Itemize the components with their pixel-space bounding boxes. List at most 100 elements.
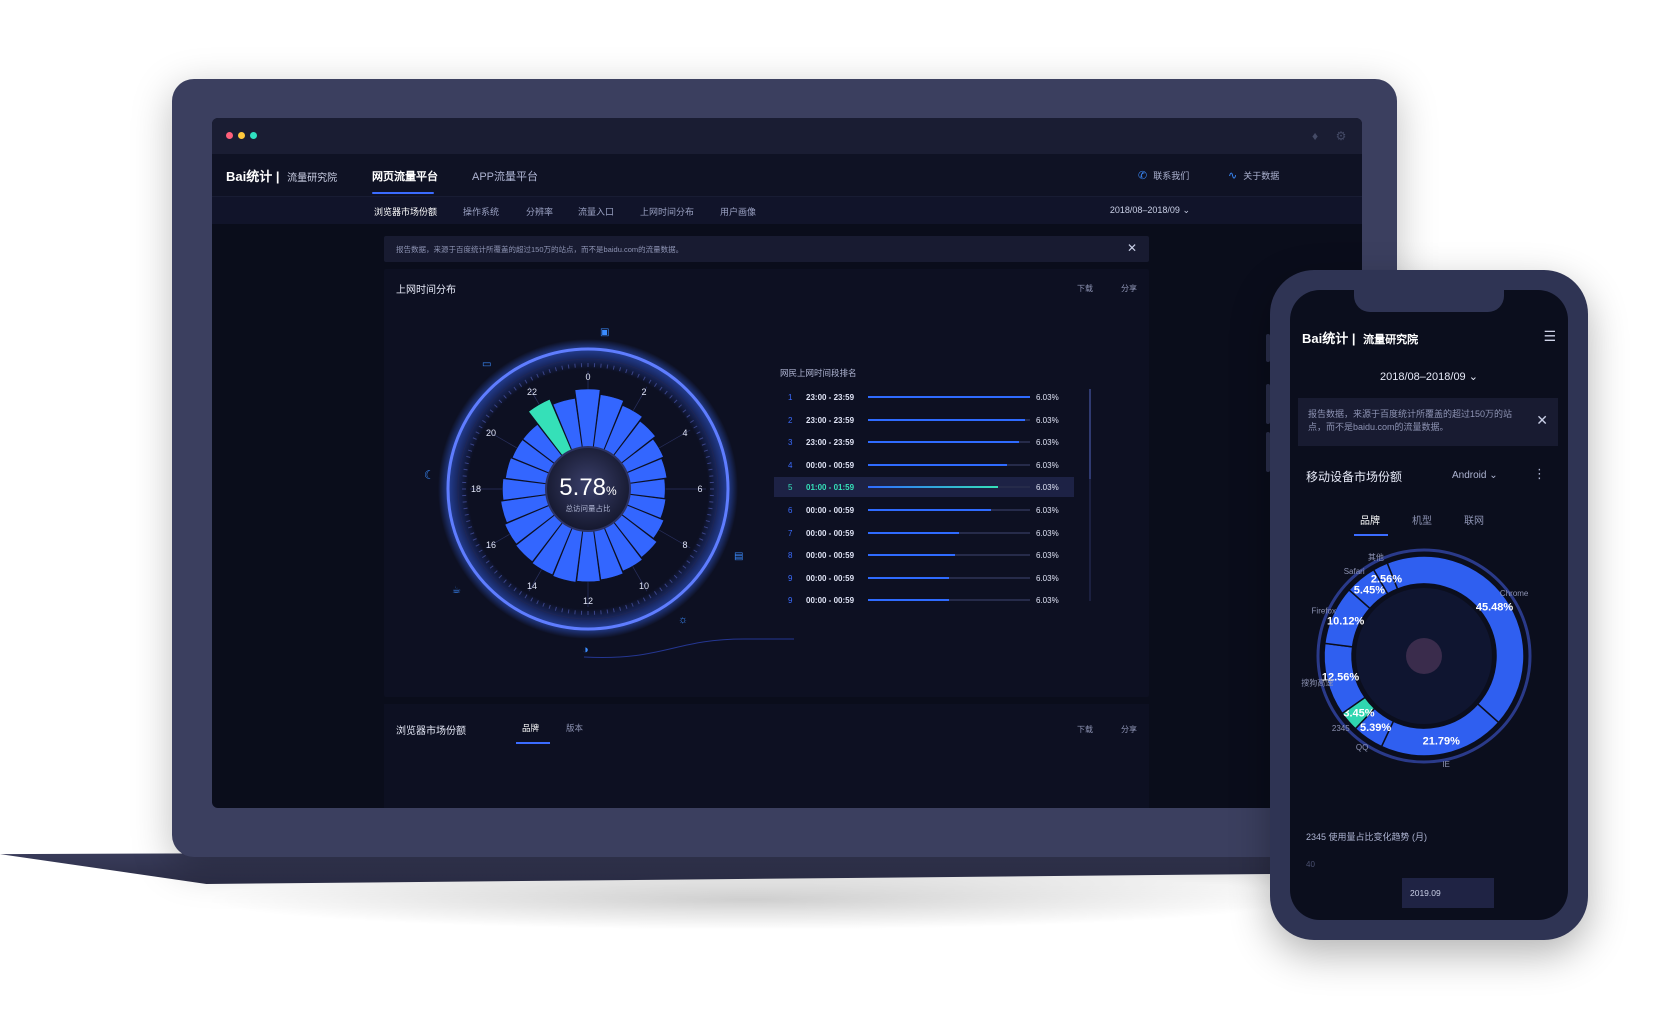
coffee-icon: ☕ [452, 585, 461, 596]
about-data-link[interactable]: ∿ 关于数据 [1228, 169, 1279, 182]
tab-web-traffic[interactable]: 网页流量平台 [372, 168, 438, 184]
slice-label: 2345 [1332, 724, 1350, 733]
hamburger-menu-icon[interactable]: ☰ [1543, 328, 1556, 345]
ranking-row[interactable]: 4 00:00 - 00:59 6.03% [774, 455, 1074, 475]
rank-time: 00:00 - 00:59 [806, 573, 855, 583]
subtab-browser-share[interactable]: 浏览器市场份额 [374, 205, 437, 218]
rank-bar [868, 486, 998, 489]
tab-app-traffic[interactable]: APP流量平台 [472, 168, 538, 184]
date-range-select[interactable]: 2018/08–2018/09 ⌄ [1110, 205, 1190, 216]
rank-bar [868, 463, 1008, 466]
ranking-row[interactable]: 3 23:00 - 23:59 6.03% [774, 432, 1074, 452]
chevron-down-icon: ⌄ [1489, 470, 1498, 481]
rank-time: 00:00 - 00:59 [806, 528, 855, 538]
logo[interactable]: Bai统计 | 流量研究院 [226, 166, 337, 185]
slice-label: 搜狗高速 [1301, 677, 1333, 687]
tab-model[interactable]: 机型 [1412, 512, 1432, 527]
download-button[interactable]: 下载 [1077, 724, 1093, 735]
rank-percent: 6.03% [1036, 596, 1059, 606]
subtab-resolution[interactable]: 分辨率 [526, 205, 553, 218]
rank-percent: 6.03% [1036, 460, 1059, 470]
platform-select[interactable]: Android ⌄ [1452, 470, 1498, 481]
briefcase-icon: ▤ [734, 551, 743, 562]
subtab-time[interactable]: 上网时间分布 [640, 205, 694, 218]
slice-label: QQ [1356, 743, 1368, 752]
subtab-os[interactable]: 操作系统 [463, 205, 499, 218]
card-title: 移动设备市场份额 [1306, 470, 1403, 484]
ranking-row[interactable]: 2 23:00 - 23:59 6.03% [774, 410, 1074, 430]
tab-brand[interactable]: 品牌 [522, 722, 539, 734]
ranking-row[interactable]: 5 01:00 - 01:59 6.03% [774, 477, 1074, 498]
ranking-row[interactable]: 8 00:00 - 00:59 6.03% [774, 545, 1074, 565]
minimize-dot[interactable] [238, 132, 245, 139]
tick-mark [606, 364, 609, 369]
rank-time: 00:00 - 00:59 [806, 460, 855, 470]
brand-tab-underline [1354, 534, 1388, 536]
panel-title: 浏览器市场份额 [396, 726, 466, 737]
rank-bar-track [868, 463, 1030, 466]
contact-link[interactable]: ✆ 联系我们 [1138, 169, 1189, 182]
food-icon: ◑ [582, 644, 589, 656]
hour-label: 10 [639, 581, 649, 591]
slice-value: 21.79% [1423, 735, 1461, 747]
more-icon[interactable]: ⋮ [1533, 466, 1546, 482]
notice-text: 报告数据，来源于百度统计所覆盖的超过150万的站点，而不是baidu.com的流… [1308, 409, 1513, 432]
scrollbar-thumb[interactable] [1089, 389, 1091, 479]
ranking-row[interactable]: 9 00:00 - 00:59 6.03% [774, 590, 1074, 610]
hour-label: 4 [682, 428, 687, 438]
polar-chart: 0246810121416182022 5.78% 总访问量占比 ▣ ▭ ☾ ☕… [424, 327, 794, 658]
hour-label: 16 [486, 540, 496, 550]
rank-percent: 6.03% [1036, 483, 1059, 493]
rank-time: 23:00 - 23:59 [806, 438, 855, 448]
close-dot[interactable] [226, 132, 233, 139]
subtab-persona[interactable]: 用户画像 [720, 205, 756, 218]
monitor-icon: ▭ [482, 359, 491, 370]
rank-bar [868, 509, 992, 511]
mobile-logo[interactable]: Bai统计 | 流量研究院 [1302, 328, 1418, 347]
slice-label: IE [1442, 760, 1450, 769]
share-button[interactable]: 分享 [1121, 283, 1137, 294]
mobile-date-select[interactable]: 2018/08–2018/09 ⌄ [1290, 370, 1568, 383]
tick-mark [606, 609, 609, 614]
close-icon[interactable]: ✕ [1536, 412, 1548, 429]
time-distribution-panel: 上网时间分布 下载 分享 0 2 4 6 8 10 12 14 16 18 20 22 5.78% 总… [384, 269, 1149, 697]
slice-label: Safari [1344, 567, 1365, 576]
ranking-title: 网民上网时间段排名 [780, 368, 857, 378]
date-range-value: 2018/08–2018/09 [1380, 371, 1466, 383]
donut-core [1406, 638, 1442, 674]
rank-bar-track [868, 554, 1030, 557]
chevron-down-icon: ⌄ [1182, 205, 1190, 215]
slice-value: 10.12% [1327, 616, 1365, 628]
ranking-row[interactable]: 9 00:00 - 00:59 6.03% [774, 568, 1074, 588]
tab-brand[interactable]: 品牌 [1360, 512, 1380, 527]
download-button[interactable]: 下载 [1077, 283, 1093, 294]
rank-number: 4 [788, 460, 793, 470]
rank-bar-track [868, 418, 1030, 421]
maximize-dot[interactable] [250, 132, 257, 139]
window-titlebar: ♦ ⚙ [212, 118, 1362, 154]
rank-bar [868, 554, 956, 557]
rank-time: 01:00 - 01:59 [806, 483, 855, 493]
share-button[interactable]: 分享 [1121, 724, 1137, 735]
rank-percent: 6.03% [1036, 506, 1059, 515]
ranking-row[interactable]: 6 00:00 - 00:59 6.03% [774, 500, 1074, 520]
hour-label: 12 [583, 596, 593, 606]
hour-label: 18 [471, 484, 481, 494]
gear-icon[interactable]: ⚙ [1334, 129, 1348, 143]
platform-value: Android [1452, 470, 1487, 481]
center-label: 总访问量占比 [566, 503, 611, 513]
rank-bar-track [868, 576, 1030, 579]
rank-bar [868, 418, 1026, 421]
ranking-row[interactable]: 1 23:00 - 23:59 6.03% [774, 387, 1074, 407]
logo-brand: Bai统计 [1302, 331, 1349, 346]
tab-network[interactable]: 联网 [1464, 512, 1484, 527]
tab-version[interactable]: 版本 [566, 722, 583, 734]
subtab-entry[interactable]: 流量入口 [578, 205, 614, 218]
ranking-row[interactable]: 7 00:00 - 00:59 6.03% [774, 523, 1074, 543]
ranking-scrollbar[interactable] [1089, 389, 1091, 601]
close-icon[interactable]: ✕ [1127, 241, 1137, 255]
bell-icon[interactable]: ♦ [1308, 129, 1322, 143]
browser-donut-chart: 45.48%Chrome21.79%IE5.39%QQ3.45%234512.5… [1301, 548, 1532, 769]
browser-share-panel: 浏览器市场份额 品牌 版本 下载 分享 [384, 704, 1149, 808]
hour-label: 14 [527, 581, 537, 591]
